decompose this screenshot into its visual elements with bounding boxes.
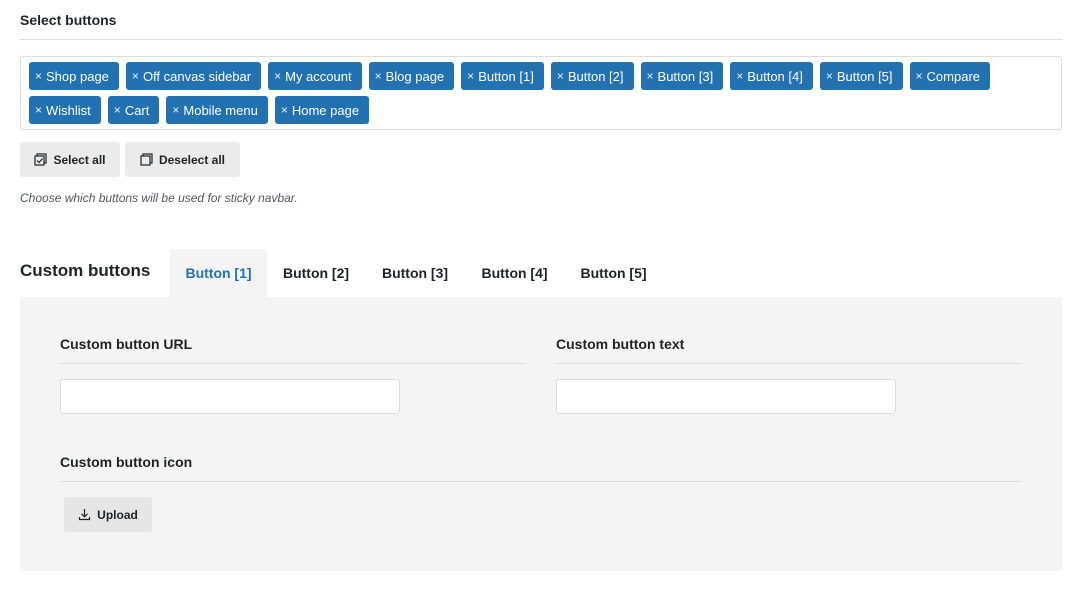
remove-tag-icon[interactable]: ×	[274, 69, 281, 83]
icon-divider	[60, 481, 1022, 482]
tag-label: Shop page	[46, 68, 109, 84]
selected-tag: × Shop page	[29, 62, 119, 90]
section-divider	[20, 39, 1062, 40]
selected-tag: × Mobile menu	[166, 96, 268, 124]
remove-tag-icon[interactable]: ×	[736, 69, 743, 83]
tab-button-5[interactable]: Button [5]	[564, 249, 663, 297]
remove-tag-icon[interactable]: ×	[826, 69, 833, 83]
selected-tag: × Button [2]	[550, 62, 634, 90]
select-buttons-title: Select buttons	[20, 12, 117, 28]
tag-label: Off canvas sidebar	[142, 68, 252, 84]
tag-label: Home page	[291, 102, 360, 118]
tag-label: Button [1]	[478, 68, 534, 84]
selected-tag: × Button [1]	[461, 62, 544, 90]
remove-tag-icon[interactable]: ×	[375, 69, 382, 83]
remove-tag-icon[interactable]: ×	[647, 69, 654, 83]
tag-label: Cart	[124, 102, 150, 118]
selected-tag: × Blog page	[368, 62, 455, 90]
tab-button-4[interactable]: Button [4]	[465, 249, 564, 297]
selected-tag: × Button [5]	[819, 62, 903, 90]
tag-label: Wishlist	[46, 102, 91, 118]
tag-label: Blog page	[385, 68, 445, 84]
remove-tag-icon[interactable]: ×	[557, 69, 564, 83]
tab-button-2[interactable]: Button [2]	[267, 249, 365, 297]
remove-tag-icon[interactable]: ×	[172, 103, 179, 117]
text-divider	[556, 363, 1021, 364]
remove-tag-icon[interactable]: ×	[114, 103, 121, 117]
custom-button-text-label: Custom button text	[556, 336, 685, 352]
select-all-label: Select all	[53, 152, 106, 167]
remove-tag-icon[interactable]: ×	[35, 103, 42, 117]
custom-button-text-input[interactable]	[556, 379, 896, 414]
upload-label: Upload	[97, 507, 138, 522]
remove-tag-icon[interactable]: ×	[467, 69, 474, 83]
selected-tag: × Home page	[274, 96, 370, 124]
tab-button-1[interactable]: Button [1]	[170, 249, 267, 297]
custom-button-url-label: Custom button URL	[60, 336, 193, 352]
deselect-all-label: Deselect all	[158, 152, 226, 167]
selected-tag: × Button [4]	[730, 62, 813, 90]
selected-tag: × Cart	[107, 96, 160, 124]
selected-tag: × Button [3]	[640, 62, 724, 90]
select-all-icon	[34, 153, 48, 166]
download-icon	[78, 508, 91, 521]
url-divider	[60, 363, 525, 364]
upload-button[interactable]: Upload	[64, 497, 152, 532]
select-all-button[interactable]: Select all	[20, 142, 120, 177]
selected-tags: × Shop page × Off canvas sidebar × My account…	[29, 62, 1053, 124]
custom-button-url-input[interactable]	[60, 379, 400, 414]
tab-button-3[interactable]: Button [3]	[365, 249, 465, 297]
tag-label: Mobile menu	[183, 102, 258, 118]
remove-tag-icon[interactable]: ×	[35, 69, 42, 83]
custom-button-icon-label: Custom button icon	[60, 454, 193, 470]
tag-label: Button [5]	[836, 68, 893, 84]
selected-tag: × My account	[268, 62, 362, 90]
custom-buttons-title: Custom buttons	[20, 261, 151, 280]
tag-label: Button [2]	[567, 68, 624, 84]
tag-label: Button [3]	[657, 68, 714, 84]
select-buttons-description: Choose which buttons will be used for st…	[20, 191, 298, 205]
tag-label: My account	[285, 68, 352, 84]
tag-label: Compare	[926, 68, 981, 84]
selected-tag: × Off canvas sidebar	[125, 62, 262, 90]
remove-tag-icon[interactable]: ×	[916, 69, 923, 83]
deselect-all-button[interactable]: Deselect all	[125, 142, 240, 177]
buttons-multiselect[interactable]: × Shop page × Off canvas sidebar × My account…	[20, 56, 1062, 130]
custom-button-panel: Custom button URL Custom button text Cus…	[20, 297, 1062, 571]
deselect-all-icon	[140, 153, 153, 166]
remove-tag-icon[interactable]: ×	[132, 69, 139, 83]
remove-tag-icon[interactable]: ×	[281, 103, 288, 117]
selected-tag: × Compare	[909, 62, 991, 90]
tag-label: Button [4]	[747, 68, 803, 84]
selected-tag: × Wishlist	[29, 96, 101, 124]
